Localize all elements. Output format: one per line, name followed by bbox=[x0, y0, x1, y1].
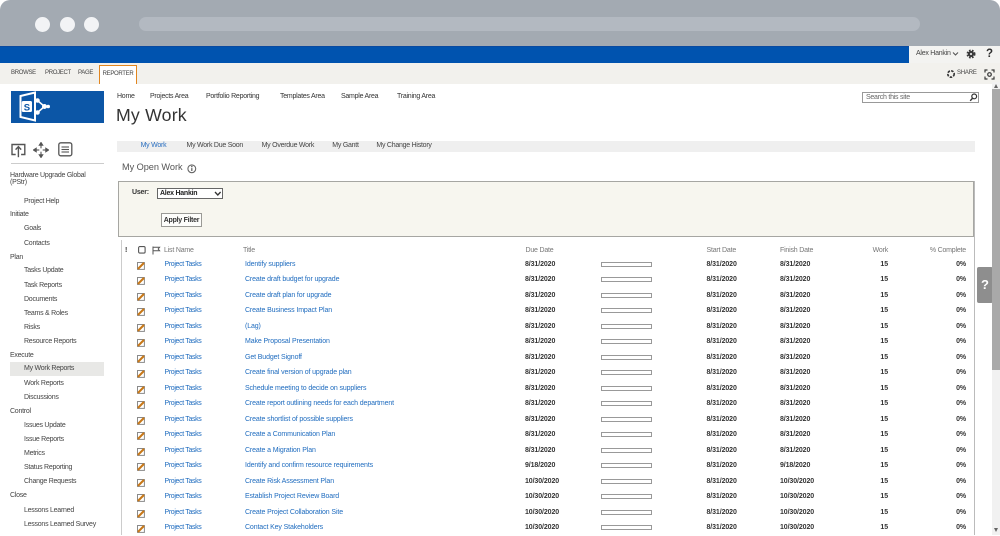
svg-text:S: S bbox=[24, 102, 30, 113]
